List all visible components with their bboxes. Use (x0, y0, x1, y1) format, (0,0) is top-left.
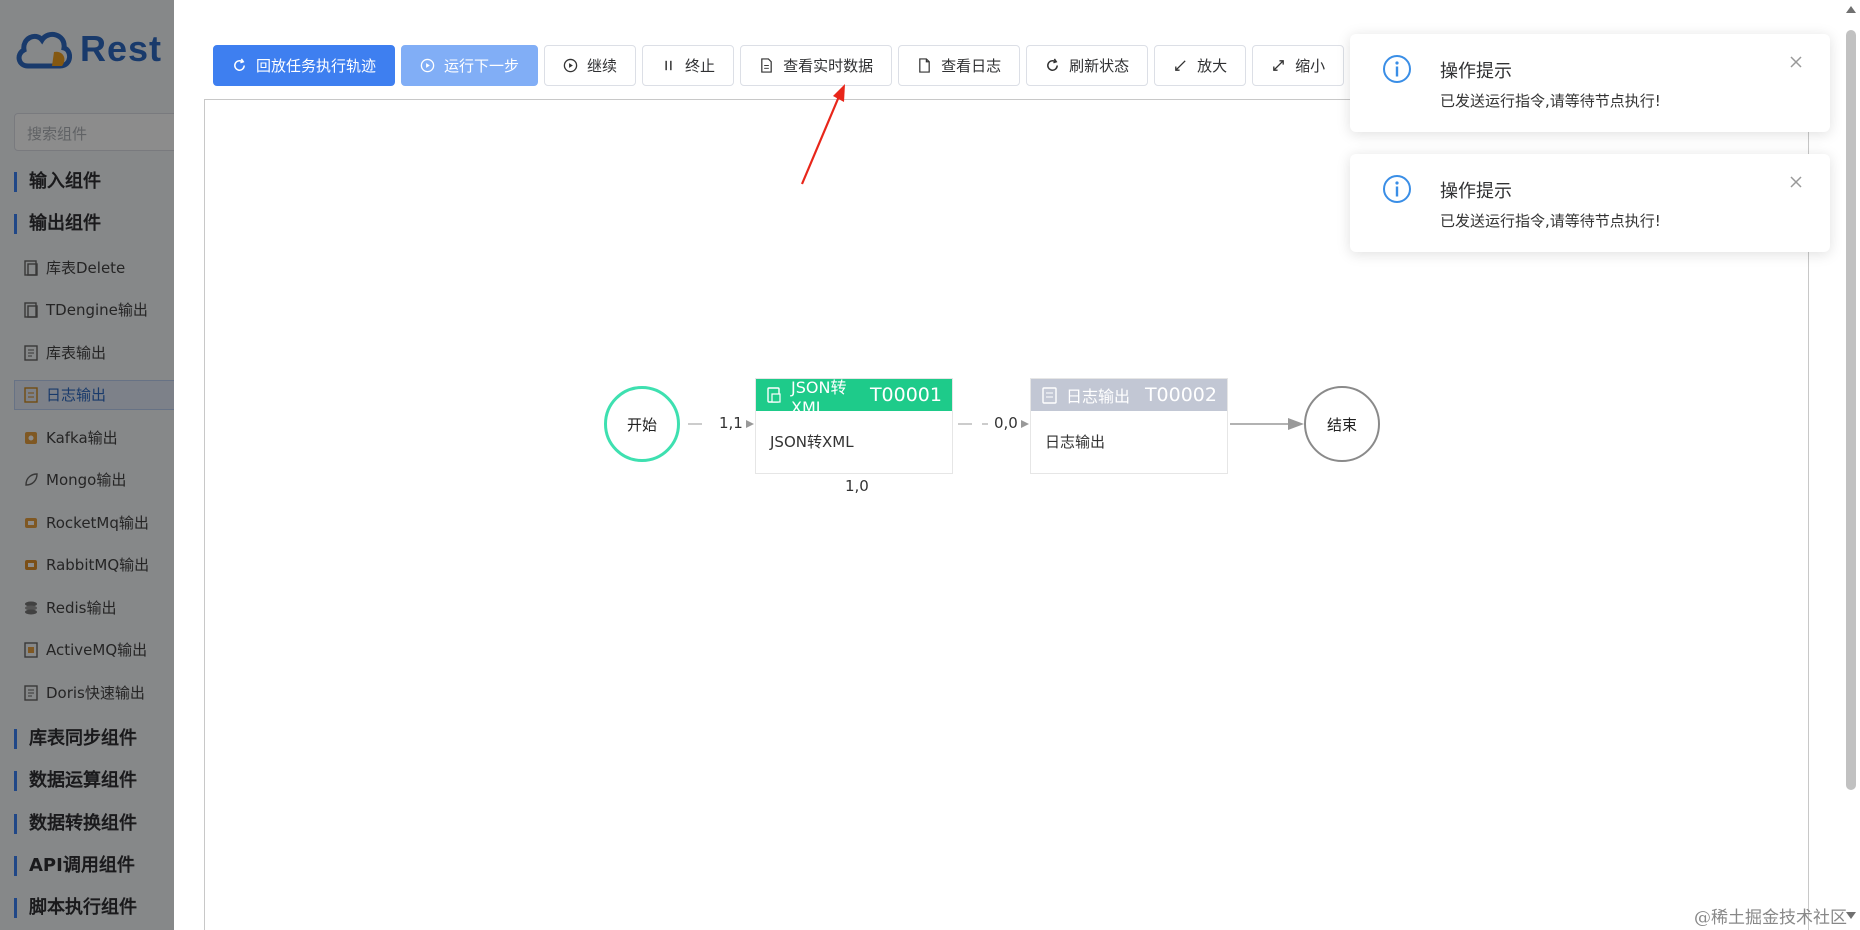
notification-title: 操作提示 (1440, 181, 1512, 202)
notification-message: 已发送运行指令,请等待节点执行! (1440, 92, 1661, 110)
flow-node-log-output[interactable]: 日志输出 T00002 日志输出 (1030, 378, 1228, 474)
flow-end-node[interactable]: 结束 (1304, 386, 1380, 462)
play-circle-icon (420, 58, 435, 73)
notification: 操作提示 已发送运行指令,请等待节点执行! (1350, 34, 1830, 132)
zoom-in-icon (1175, 60, 1186, 71)
node-body: 日志输出 (1045, 433, 1106, 451)
replay-trace-button[interactable]: 回放任务执行轨迹 (213, 45, 396, 86)
annotation-arrow (800, 84, 845, 185)
modal-backdrop (0, 0, 174, 930)
view-log-button[interactable]: 查看日志 (898, 45, 1021, 86)
scroll-down-arrow-icon[interactable] (1846, 912, 1856, 919)
screen: { "app": { "logo_text": "Rest" }, "sideb… (0, 0, 1860, 930)
debug-toolbar: 回放任务执行轨迹 运行下一步 继续 终止 查看实时数据 查看日志 刷新状态 放大… (213, 45, 1350, 87)
notification-message: 已发送运行指令,请等待节点执行! (1440, 212, 1661, 230)
edge-label-below: 1,0 (845, 477, 869, 495)
transform-icon (767, 386, 781, 403)
continue-button[interactable]: 继续 (544, 45, 637, 86)
stop-button[interactable]: 终止 (642, 45, 735, 86)
edge-label-start: 1,1 (719, 414, 743, 432)
refresh-status-button[interactable]: 刷新状态 (1026, 45, 1149, 86)
run-next-step-button[interactable]: 运行下一步 (401, 45, 539, 86)
info-icon (1383, 55, 1411, 83)
zoom-in-button[interactable]: 放大 (1154, 45, 1247, 86)
log-icon (1042, 386, 1057, 404)
close-icon[interactable] (1788, 54, 1804, 70)
close-icon[interactable] (1788, 174, 1804, 190)
watermark: @稀土掘金技术社区 (1694, 908, 1847, 928)
pause-icon (665, 60, 672, 71)
notification: 操作提示 已发送运行指令,请等待节点执行! (1350, 154, 1830, 252)
file-icon (919, 58, 930, 73)
zoom-out-icon (1273, 60, 1284, 71)
refresh-icon (234, 58, 245, 71)
scrollbar-thumb[interactable] (1846, 30, 1856, 790)
scroll-up-arrow-icon[interactable] (1846, 6, 1856, 13)
flow-node-json-to-xml[interactable]: JSON转XML T00001 JSON转XML (755, 378, 953, 474)
notification-title: 操作提示 (1440, 61, 1512, 82)
node-header: 日志输出 T00002 (1031, 379, 1227, 411)
flow-start-node[interactable]: 开始 (604, 386, 680, 462)
node-body: JSON转XML (770, 433, 854, 451)
edge-label-mid: 0,0 (994, 414, 1018, 432)
refresh-icon (1047, 58, 1059, 71)
info-icon (1383, 175, 1411, 203)
play-circle-icon (563, 58, 578, 73)
node-header: JSON转XML T00001 (756, 378, 952, 417)
document-icon (761, 58, 772, 73)
zoom-out-button[interactable]: 缩小 (1252, 45, 1345, 86)
